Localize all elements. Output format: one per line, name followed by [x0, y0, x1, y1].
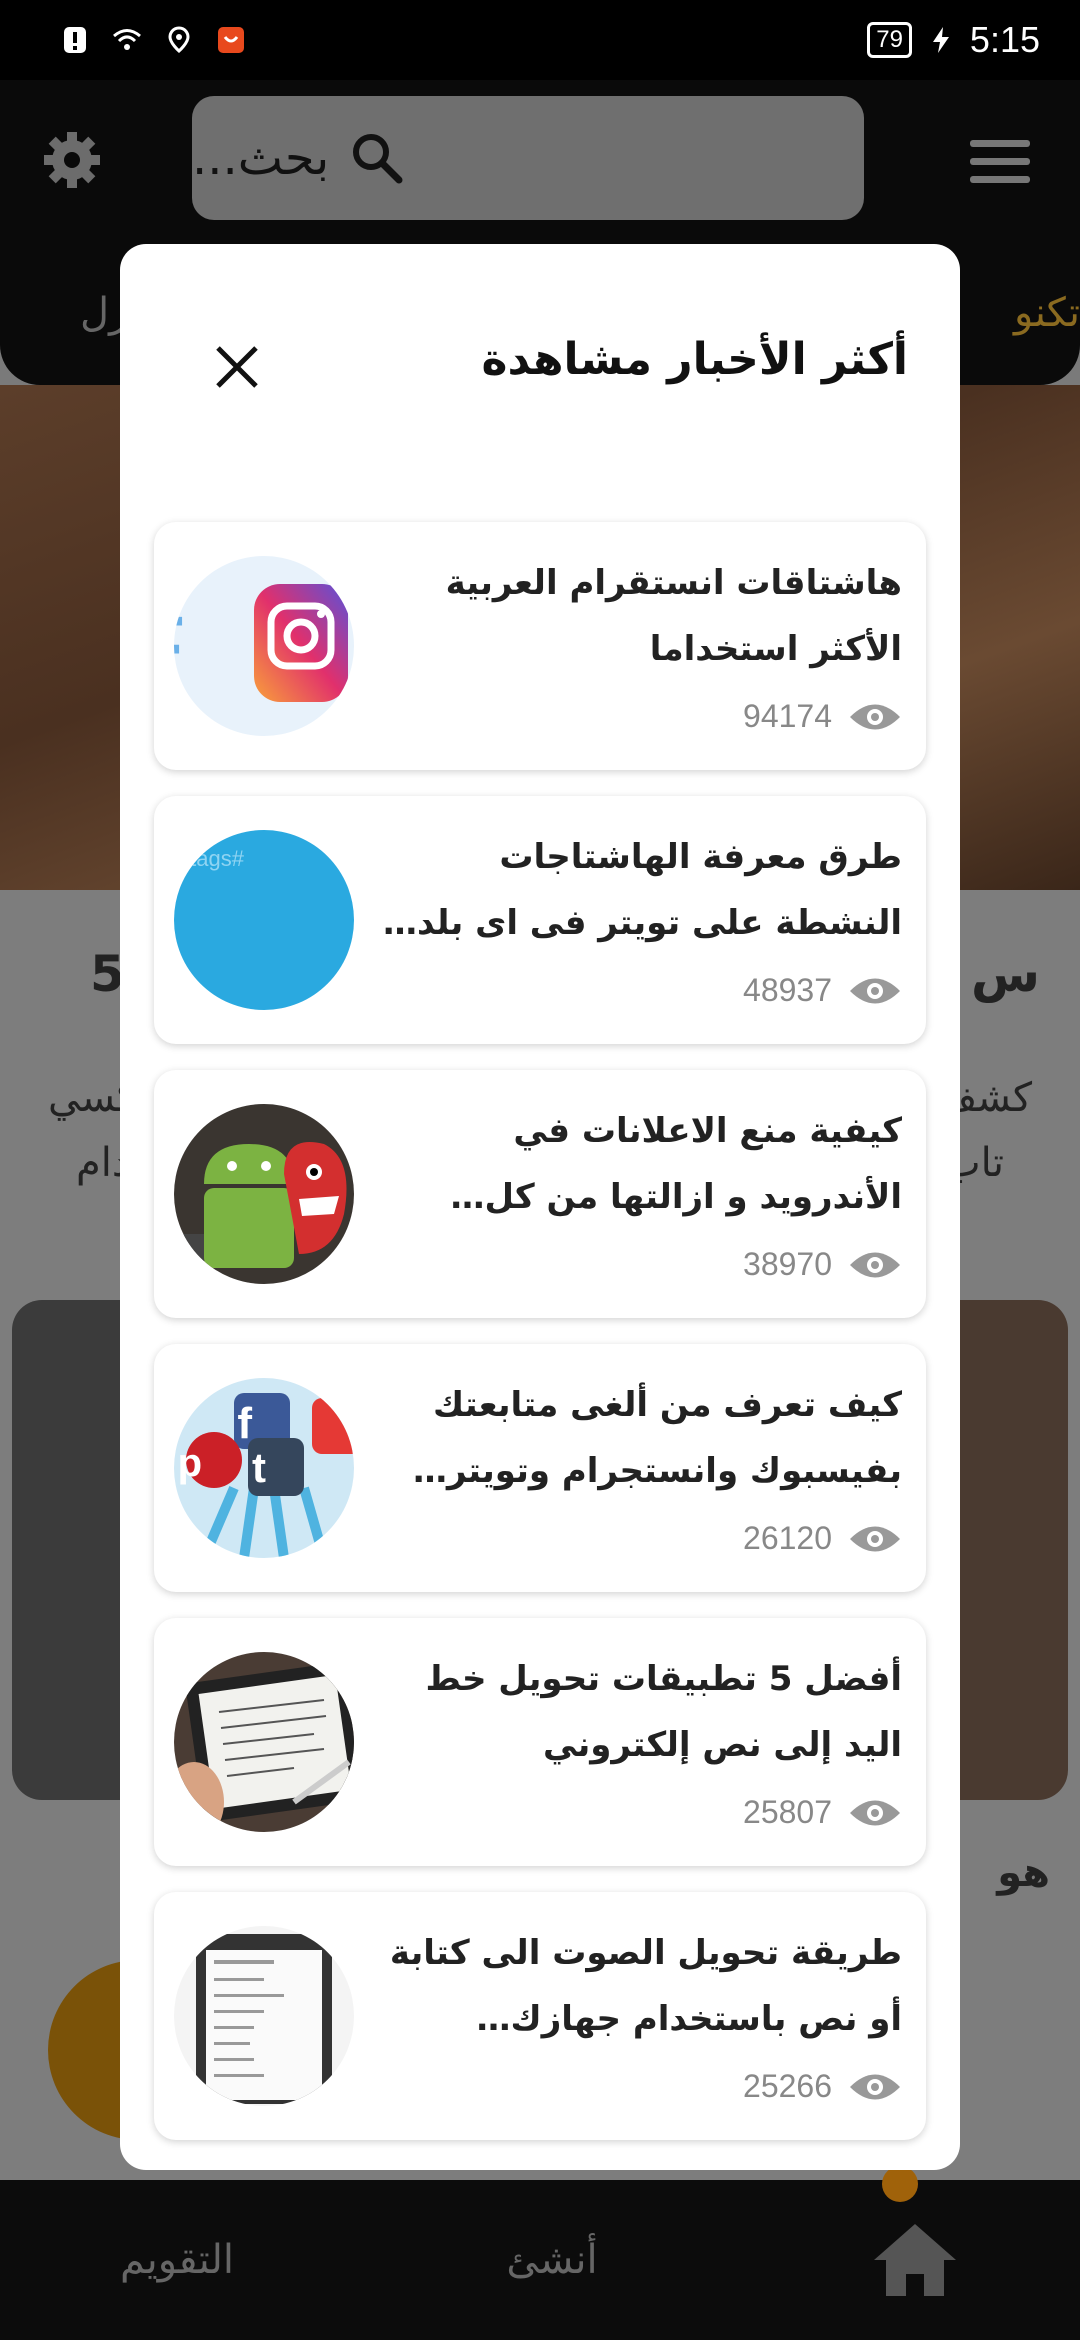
tab-tech[interactable]: تكنو — [1014, 290, 1080, 336]
svg-text:#: # — [174, 568, 184, 702]
view-count-value: 26120 — [743, 1520, 832, 1556]
nav-create[interactable]: أنشئ — [506, 2237, 597, 2283]
news-card[interactable]: طريقة تحويل الصوت الى كتابة أو نص باستخد… — [154, 1892, 926, 2140]
news-title: طريقة تحويل الصوت الى كتابة أو نص باستخد… — [389, 1933, 902, 2039]
view-count-value: 25266 — [743, 2068, 832, 2104]
svg-text:f: f — [237, 1399, 252, 1448]
home-icon — [874, 2224, 956, 2296]
news-title: أفضل 5 تطبيقات تحويل خط اليد إلى نص إلكت… — [425, 1659, 902, 1765]
clock: 5:15 — [969, 19, 1040, 60]
charging-icon — [932, 27, 949, 53]
eye-icon — [850, 978, 900, 1003]
view-count-value: 94174 — [743, 698, 832, 734]
view-count-value: 38970 — [743, 1246, 832, 1282]
status-icons-right: 79 5:15 — [867, 19, 1040, 61]
status-bar: 79 5:15 — [0, 0, 1080, 80]
news-thumbnail-handwriting — [174, 1652, 354, 1832]
news-card[interactable]: كيف تعرف من ألغى متابعتك بفيسبوك وانستجر… — [154, 1344, 926, 1592]
view-count: 25807 — [743, 1794, 902, 1831]
alert-icon — [64, 27, 86, 53]
news-thumbnail-hashtags: #hashtags ntags ashta gs #hasht — [174, 830, 354, 1010]
news-card[interactable]: هاشتاقات انستقرام العربية الأكثر استخدام… — [154, 522, 926, 770]
menu-icon[interactable] — [970, 140, 1030, 184]
news-title: طرق معرفة الهاشتاجات النشطة على تويتر فى… — [417, 837, 902, 943]
view-count: 26120 — [743, 1520, 902, 1557]
bg-heading-right: س — [971, 945, 1040, 1003]
status-icons-left — [60, 25, 246, 55]
nav-home[interactable] — [870, 2220, 960, 2300]
eye-icon — [850, 2074, 900, 2099]
wifi-icon — [113, 29, 141, 50]
search-icon — [353, 134, 403, 184]
news-thumbnail-phone-language — [174, 1926, 354, 2106]
store-icon — [218, 27, 244, 53]
eye-icon — [850, 1800, 900, 1825]
news-list: هاشتاقات انستقرام العربية الأكثر استخدام… — [154, 522, 926, 2166]
eye-icon — [850, 1526, 900, 1551]
bottom-nav: التقويم أنشئ — [0, 2180, 1080, 2340]
news-card[interactable]: أفضل 5 تطبيقات تحويل خط اليد إلى نص إلكت… — [154, 1618, 926, 1866]
view-count: 48937 — [743, 972, 902, 1009]
search-bar[interactable]: بحث... — [192, 96, 864, 220]
modal-title: أكثر الأخبار مشاهدة — [481, 334, 908, 385]
svg-text:p: p — [178, 1441, 202, 1485]
view-count-value: 25807 — [743, 1794, 832, 1830]
eye-icon — [850, 704, 900, 729]
svg-text:#hashtags: #hashtags — [174, 846, 245, 871]
view-count-value: 48937 — [743, 972, 832, 1008]
bg-card-heading: هو — [997, 1850, 1050, 1896]
news-thumbnail-social-icons: f p t — [174, 1378, 354, 1558]
news-title: كيف تعرف من ألغى متابعتك بفيسبوك وانستجر… — [433, 1385, 902, 1491]
news-title: هاشتاقات انستقرام العربية الأكثر استخدام… — [445, 563, 902, 669]
eye-icon — [850, 1252, 900, 1277]
view-count: 38970 — [743, 1246, 902, 1283]
home-indicator-dot — [882, 2166, 918, 2202]
news-card[interactable]: كيفية منع الاعلانات في الأندرويد و ازالت… — [154, 1070, 926, 1318]
nav-create-label: أنشئ — [506, 2237, 598, 2283]
battery-indicator: 79 — [867, 22, 912, 58]
view-count: 94174 — [743, 698, 902, 735]
close-icon[interactable] — [212, 342, 262, 392]
search-placeholder: بحث... — [192, 130, 330, 186]
gear-icon[interactable] — [40, 128, 104, 192]
news-card[interactable]: طرق معرفة الهاشتاجات النشطة على تويتر فى… — [154, 796, 926, 1044]
most-viewed-modal: أكثر الأخبار مشاهدة هاشتاقات انستقرام ال… — [120, 244, 960, 2170]
nav-calendar-label: التقويم — [120, 2237, 235, 2283]
news-thumbnail-instagram-hashtag: # — [174, 556, 354, 736]
nav-calendar[interactable]: التقويم — [120, 2237, 234, 2283]
view-count: 25266 — [743, 2068, 902, 2105]
news-thumbnail-android — [174, 1104, 354, 1284]
location-icon — [168, 26, 190, 54]
svg-text:t: t — [252, 1444, 266, 1491]
news-title: كيفية منع الاعلانات في الأندرويد و ازالت… — [484, 1111, 902, 1217]
